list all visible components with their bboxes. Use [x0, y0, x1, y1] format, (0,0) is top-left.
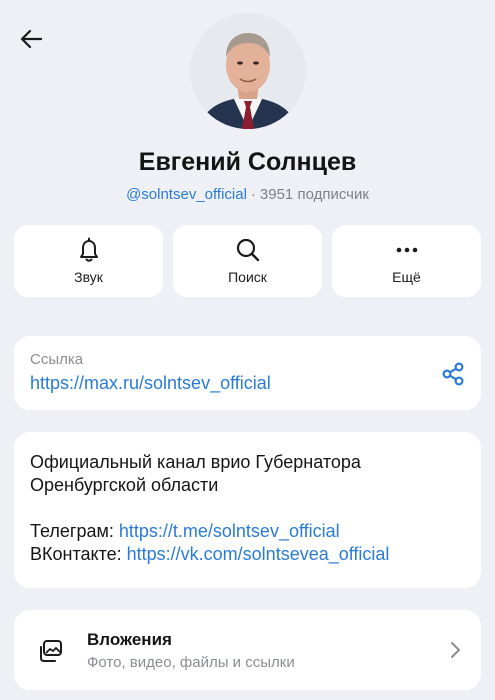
description-line-1: Официальный канал врио Губернатора	[30, 452, 361, 472]
link-url[interactable]: https://max.ru/solntsev_official	[30, 373, 271, 394]
description-line-2: Оренбургской области	[30, 475, 219, 495]
attachments-subtitle: Фото, видео, файлы и ссылки	[87, 654, 295, 671]
more-label: Ещё	[392, 269, 421, 285]
separator-dot: ·	[250, 186, 256, 203]
subscriber-count: 3951 подписчик	[259, 186, 369, 203]
gallery-icon	[38, 638, 64, 664]
attachments-row[interactable]: Вложения Фото, видео, файлы и ссылки	[14, 610, 481, 690]
search-button[interactable]: Поиск	[173, 225, 322, 297]
sound-button[interactable]: Звук	[14, 225, 163, 297]
profile-name: Евгений Солнцев	[138, 148, 357, 176]
vk-row: ВКонтакте: https://vk.com/solntsevea_off…	[30, 543, 465, 566]
telegram-link[interactable]: https://t.me/solntsev_official	[119, 521, 340, 541]
profile-photo	[190, 13, 306, 129]
vk-link[interactable]: https://vk.com/solntsevea_official	[127, 544, 390, 564]
profile-handle[interactable]: @solntsev_official	[126, 186, 247, 203]
back-button[interactable]	[14, 22, 48, 56]
chevron-right-icon	[449, 640, 463, 660]
avatar[interactable]	[190, 13, 306, 129]
link-card: Ссылка https://max.ru/solntsev_official	[14, 336, 481, 410]
telegram-row: Телеграм: https://t.me/solntsev_official	[30, 520, 465, 543]
bell-icon	[77, 237, 101, 263]
sound-label: Звук	[74, 269, 103, 285]
description-card: Официальный канал врио Губернатора Оренб…	[14, 432, 481, 588]
more-icon	[395, 237, 419, 263]
link-label: Ссылка	[30, 351, 84, 368]
share-button[interactable]	[441, 362, 465, 386]
attachments-title: Вложения	[87, 630, 172, 649]
action-bar: Звук Поиск Ещё	[14, 225, 481, 297]
search-label: Поиск	[228, 269, 267, 285]
share-icon	[442, 362, 464, 386]
vk-label: ВКонтакте:	[30, 544, 127, 564]
arrow-left-icon	[20, 29, 42, 49]
profile-subline: @solntsev_official · 3951 подписчик	[0, 186, 495, 203]
more-button[interactable]: Ещё	[332, 225, 481, 297]
telegram-label: Телеграм:	[30, 521, 119, 541]
search-icon	[235, 237, 261, 263]
